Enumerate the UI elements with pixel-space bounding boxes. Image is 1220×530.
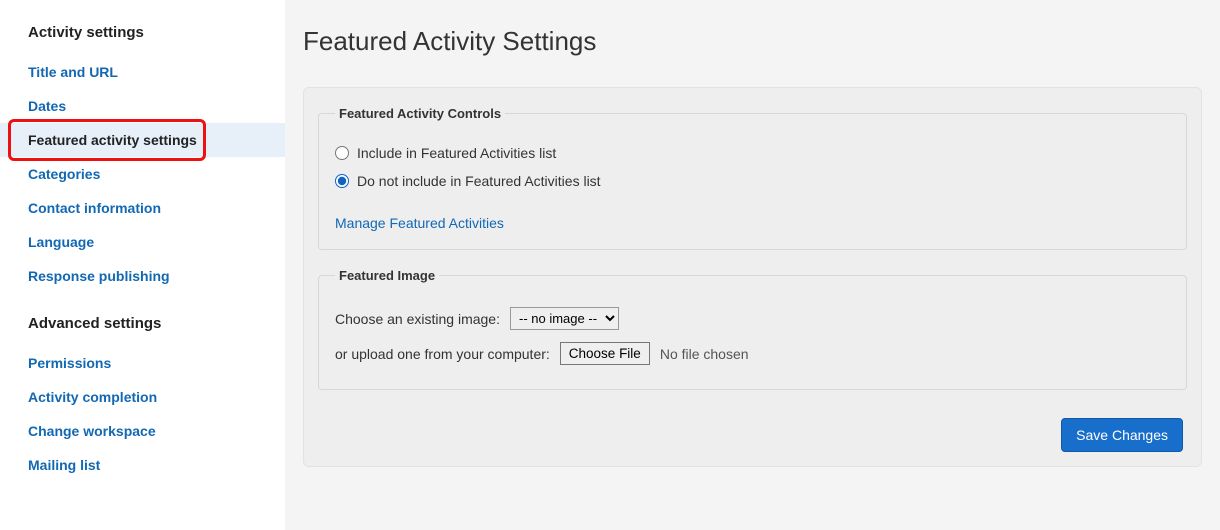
include-radio[interactable] <box>335 146 349 160</box>
page-title: Featured Activity Settings <box>303 26 1202 57</box>
exclude-radio-label: Do not include in Featured Activities li… <box>357 173 601 189</box>
choose-existing-image-label: Choose an existing image: <box>335 311 500 327</box>
sidebar-item-dates[interactable]: Dates <box>0 89 285 123</box>
exclude-option-row[interactable]: Do not include in Featured Activities li… <box>335 167 1170 195</box>
featured-image-legend: Featured Image <box>335 268 439 283</box>
main-content: Featured Activity Settings Featured Acti… <box>285 0 1220 530</box>
settings-sidebar: Activity settings Title and URL Dates Fe… <box>0 0 285 530</box>
sidebar-item-contact-information[interactable]: Contact information <box>0 191 285 225</box>
include-radio-label: Include in Featured Activities list <box>357 145 556 161</box>
sidebar-item-change-workspace[interactable]: Change workspace <box>0 414 285 448</box>
sidebar-section-advanced-title: Advanced settings <box>0 315 285 346</box>
settings-panel: Featured Activity Controls Include in Fe… <box>303 87 1202 467</box>
sidebar-item-label: Featured activity settings <box>28 132 197 148</box>
file-status-text: No file chosen <box>660 346 749 362</box>
sidebar-item-language[interactable]: Language <box>0 225 285 259</box>
existing-image-select[interactable]: -- no image -- <box>510 307 619 330</box>
sidebar-item-permissions[interactable]: Permissions <box>0 346 285 380</box>
include-option-row[interactable]: Include in Featured Activities list <box>335 139 1170 167</box>
featured-activity-controls-fieldset: Featured Activity Controls Include in Fe… <box>318 106 1187 250</box>
sidebar-item-title-url[interactable]: Title and URL <box>0 55 285 89</box>
sidebar-section-activity-title: Activity settings <box>0 24 285 55</box>
sidebar-item-response-publishing[interactable]: Response publishing <box>0 259 285 293</box>
exclude-radio[interactable] <box>335 174 349 188</box>
save-changes-button[interactable]: Save Changes <box>1061 418 1183 452</box>
featured-image-fieldset: Featured Image Choose an existing image:… <box>318 268 1187 390</box>
sidebar-item-activity-completion[interactable]: Activity completion <box>0 380 285 414</box>
sidebar-item-mailing-list[interactable]: Mailing list <box>0 448 285 482</box>
sidebar-item-categories[interactable]: Categories <box>0 157 285 191</box>
upload-image-label: or upload one from your computer: <box>335 346 550 362</box>
featured-activity-controls-legend: Featured Activity Controls <box>335 106 505 121</box>
manage-featured-activities-link[interactable]: Manage Featured Activities <box>335 215 504 231</box>
choose-file-button[interactable]: Choose File <box>560 342 650 365</box>
sidebar-item-featured-activity-settings[interactable]: Featured activity settings <box>0 123 285 157</box>
